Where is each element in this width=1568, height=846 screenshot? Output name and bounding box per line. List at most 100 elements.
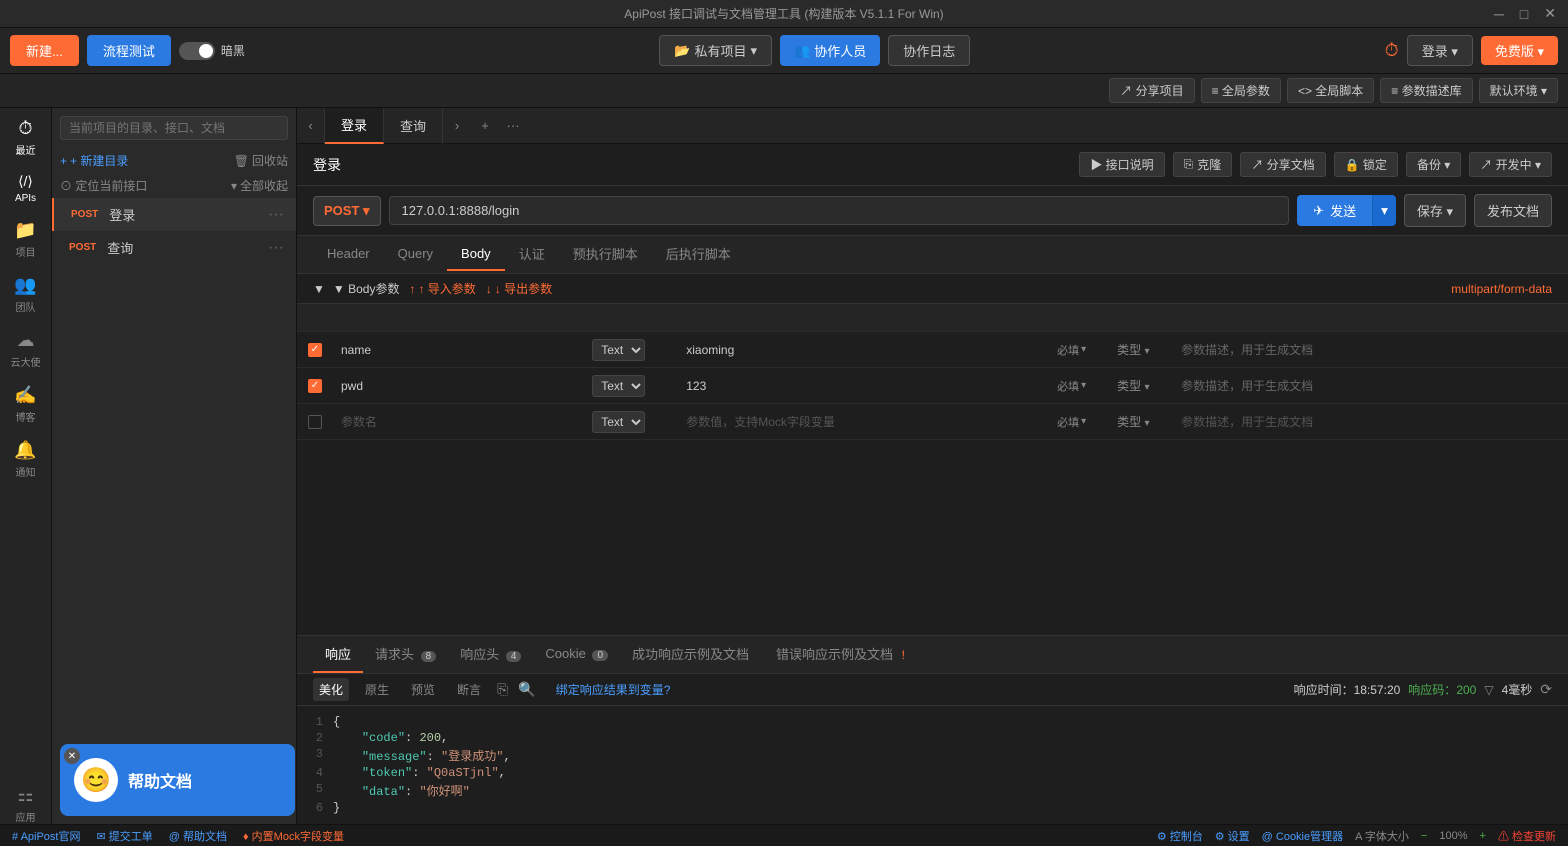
update-link[interactable]: ⚠ 检查更新: [1498, 828, 1556, 844]
free-button[interactable]: 免费版 ▾: [1481, 36, 1558, 65]
publish-button[interactable]: 发布文档: [1474, 194, 1552, 227]
collapse-button[interactable]: ▾ 全部收起: [231, 177, 288, 194]
name-input-empty[interactable]: [341, 415, 580, 429]
resp-tab-error-example[interactable]: 错误响应示例及文档 !: [764, 636, 917, 673]
tabs-next-button[interactable]: ›: [443, 108, 471, 144]
close-button[interactable]: ✕: [1540, 5, 1560, 22]
resp-tab-response[interactable]: 响应: [313, 636, 363, 673]
login-button[interactable]: 登录 ▾: [1407, 35, 1473, 66]
global-param-button[interactable]: ≡ 全局参数: [1201, 78, 1281, 103]
param-value-empty[interactable]: [678, 410, 1053, 433]
tab-body[interactable]: Body: [447, 238, 505, 271]
env-button[interactable]: 默认环境 ▾: [1479, 78, 1558, 103]
dark-mode-toggle[interactable]: 暗黑: [179, 42, 245, 60]
help-widget[interactable]: ✕ 😊 帮助文档: [60, 744, 295, 816]
param-check-pwd[interactable]: ✓: [297, 379, 333, 393]
maximize-button[interactable]: □: [1516, 5, 1532, 22]
name-input[interactable]: [341, 343, 580, 357]
feedback-link[interactable]: ✉ 提交工单: [96, 828, 152, 844]
toggle-switch[interactable]: [179, 42, 215, 60]
param-type-pwd[interactable]: Text: [588, 371, 678, 401]
help-link[interactable]: @ 帮助文档: [169, 828, 227, 844]
bind-button[interactable]: 绑定响应结果到变量?: [556, 681, 671, 698]
beautify-button[interactable]: 美化: [313, 678, 349, 701]
collab-log-button[interactable]: 协作日志: [888, 35, 970, 66]
type-select-pwd[interactable]: Text: [592, 375, 645, 397]
console-link[interactable]: ⚙ 控制台: [1157, 828, 1203, 844]
param-check-empty[interactable]: [297, 415, 333, 429]
mock-link[interactable]: ♦ 内置Mock字段变量: [243, 828, 344, 844]
type-select-empty[interactable]: Text: [592, 411, 645, 433]
param-name-empty[interactable]: [333, 410, 588, 433]
cookie-manager-link[interactable]: @ Cookie管理器: [1262, 828, 1343, 844]
search-input[interactable]: [60, 116, 288, 140]
sidebar-item-team[interactable]: 👥 团队: [14, 275, 36, 314]
minimize-button[interactable]: ─: [1490, 5, 1508, 22]
resp-tab-reqheader[interactable]: 请求头 8: [363, 636, 448, 673]
url-input[interactable]: [389, 196, 1290, 225]
share-project-button[interactable]: ↗ 分享项目: [1109, 78, 1194, 103]
flow-button[interactable]: 流程测试: [87, 35, 171, 66]
tab-auth[interactable]: 认证: [505, 236, 559, 273]
website-link[interactable]: # ApiPost官网: [12, 828, 80, 844]
nav-dots-query[interactable]: ···: [268, 239, 284, 257]
tab-post-script[interactable]: 后执行脚本: [652, 236, 745, 273]
sidebar-item-apis[interactable]: ⟨/⟩ APIs: [15, 173, 36, 204]
backup-button[interactable]: 备份 ▾: [1406, 152, 1461, 177]
desc-input-pwd[interactable]: [1181, 379, 1540, 393]
save-button[interactable]: 保存 ▾: [1404, 194, 1466, 227]
desc-input-name[interactable]: [1181, 343, 1540, 357]
recycle-button[interactable]: 🗑 回收站: [234, 152, 288, 169]
sidebar-item-project[interactable]: 📁 项目: [14, 220, 36, 259]
checkbox-name[interactable]: ✓: [308, 343, 322, 357]
nav-item-login[interactable]: POST 登录 ···: [52, 198, 296, 231]
send-button[interactable]: ✈ 发送: [1297, 195, 1372, 226]
resp-tab-respheader[interactable]: 响应头 4: [448, 636, 533, 673]
refresh-icon[interactable]: ⟳: [1540, 681, 1552, 698]
tab-header[interactable]: Header: [313, 238, 384, 271]
nav-item-query[interactable]: POST 查询 ···: [52, 231, 296, 264]
value-input-pwd[interactable]: [686, 379, 1045, 393]
zoom-minus[interactable]: −: [1421, 830, 1427, 842]
sidebar-item-notify[interactable]: 🔔 通知: [14, 440, 36, 479]
nav-dots-login[interactable]: ···: [268, 206, 284, 224]
param-type-name[interactable]: Text: [588, 335, 678, 365]
tabs-more-button[interactable]: ···: [499, 108, 527, 144]
copy-icon[interactable]: ⎘: [497, 681, 508, 698]
value-input-name[interactable]: [686, 343, 1045, 357]
method-select[interactable]: POST ▾: [313, 196, 381, 226]
zoom-plus[interactable]: +: [1480, 830, 1486, 842]
settings-link[interactable]: ⚙ 设置: [1215, 828, 1250, 844]
send-dropdown-button[interactable]: ▾: [1372, 195, 1396, 226]
sidebar-item-cloud[interactable]: ☁ 云大使: [11, 330, 41, 369]
raw-button[interactable]: 原生: [359, 678, 395, 701]
desc-input-empty[interactable]: [1181, 415, 1540, 429]
help-close-button[interactable]: ✕: [64, 748, 80, 764]
tab-query[interactable]: Query: [384, 238, 447, 271]
param-type-empty[interactable]: Text: [588, 407, 678, 437]
new-dir-button[interactable]: + + 新建目录: [60, 152, 128, 169]
global-script-button[interactable]: <> 全局脚本: [1287, 78, 1374, 103]
search-icon[interactable]: 🔍: [518, 681, 535, 698]
param-value-name[interactable]: [678, 338, 1053, 361]
checkbox-pwd[interactable]: ✓: [308, 379, 322, 393]
dev-button[interactable]: ↗ 开发中 ▾: [1469, 152, 1552, 177]
doc-button[interactable]: ▶ 接口说明: [1079, 152, 1164, 177]
export-params-button[interactable]: ↓ ↓ 导出参数: [486, 280, 552, 297]
name-input-pwd[interactable]: [341, 379, 580, 393]
assert-button[interactable]: 断言: [451, 678, 487, 701]
clone-button[interactable]: ⎘ 克隆: [1173, 152, 1233, 177]
private-project-button[interactable]: 📂 私有项目 ▾: [659, 35, 772, 66]
tabs-prev-button[interactable]: ‹: [297, 108, 325, 144]
resp-tab-success-example[interactable]: 成功响应示例及文档: [620, 636, 764, 673]
share-doc-button[interactable]: ↗ 分享文档: [1240, 152, 1325, 177]
locate-button[interactable]: ⊙ 定位当前接口: [60, 177, 147, 194]
collab-button[interactable]: 👥 协作人员: [780, 35, 880, 66]
param-db-button[interactable]: ≡ 参数描述库: [1380, 78, 1472, 103]
resp-tab-cookie[interactable]: Cookie 0: [533, 638, 620, 671]
param-check-name[interactable]: ✓: [297, 343, 333, 357]
param-value-pwd[interactable]: [678, 374, 1053, 397]
tab-pre-script[interactable]: 预执行脚本: [559, 236, 652, 273]
sidebar-item-recent[interactable]: ⏱ 最近: [16, 118, 36, 157]
new-button[interactable]: 新建...: [10, 35, 79, 66]
